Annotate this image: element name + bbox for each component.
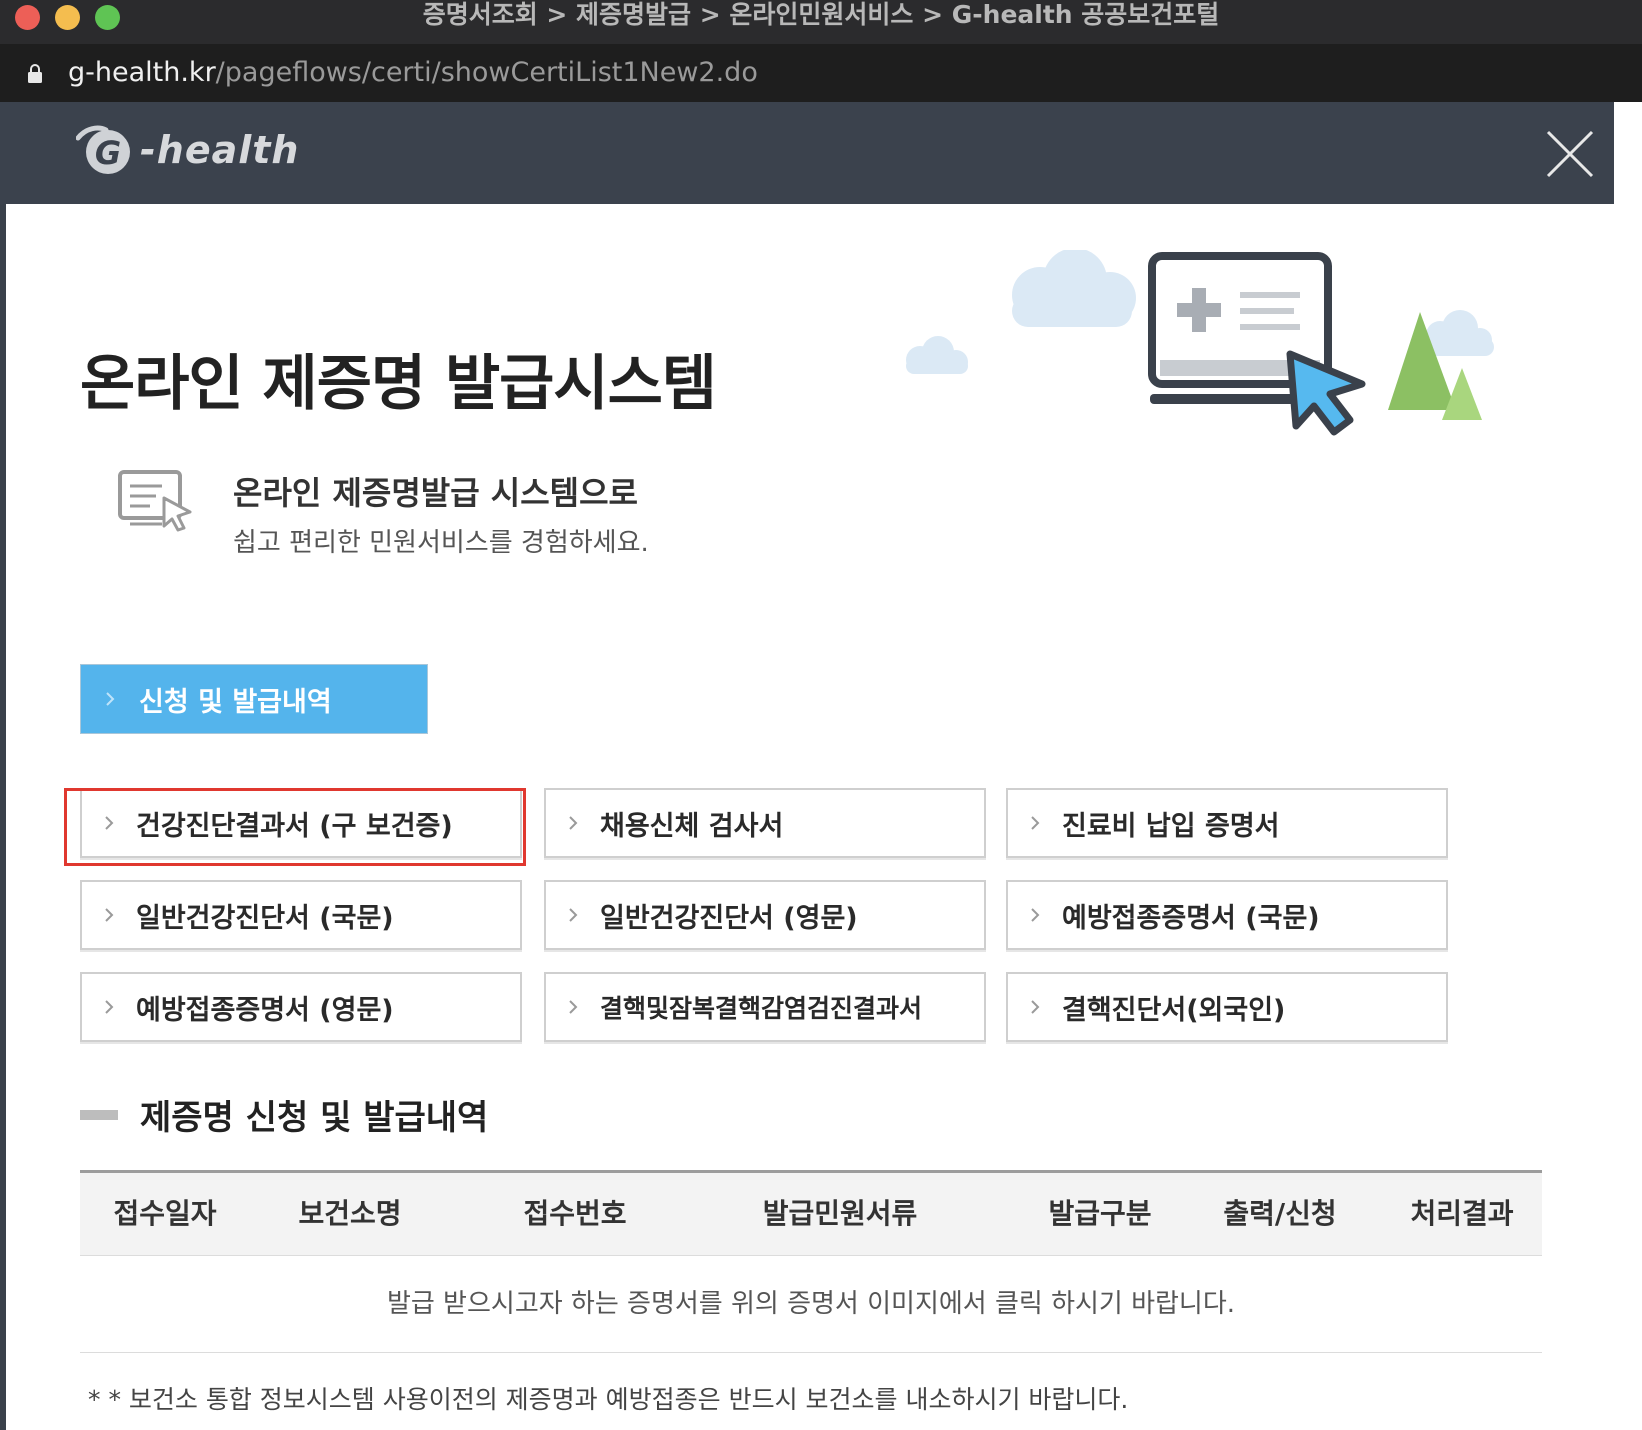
column-header: 발급민원서류 bbox=[762, 1197, 918, 1230]
intro-subtext: 쉽고 편리한 민원서비스를 경험하세요. bbox=[233, 528, 649, 558]
chevron-right-icon bbox=[569, 908, 578, 922]
column-header: 접수일자 bbox=[113, 1197, 217, 1230]
url-path: /pageflows/certi/showCertiList1New2.do bbox=[215, 57, 758, 88]
table-header: 접수일자 보건소명 접수번호 발급민원서류 발급구분 출력/신청 처리결과 bbox=[80, 1173, 1542, 1256]
chevron-right-icon bbox=[1031, 816, 1040, 830]
chevron-right-icon bbox=[105, 816, 114, 830]
column-header: 접수번호 bbox=[523, 1197, 627, 1230]
cert-medical-payment-button[interactable]: 진료비 납입 증명서 bbox=[1006, 788, 1448, 858]
address-bar[interactable]: g-health.kr/pageflows/certi/showCertiLis… bbox=[0, 44, 1642, 102]
cert-label: 결핵진단서(외국인) bbox=[1062, 994, 1286, 1026]
cert-tuberculosis-screening-button[interactable]: 결핵및잠복결핵감염검진결과서 bbox=[544, 972, 986, 1042]
g-logo-icon: G bbox=[76, 125, 130, 174]
cert-label: 채용신체 검사서 bbox=[600, 810, 784, 842]
cert-label: 일반건강진단서 (국문) bbox=[136, 902, 394, 934]
cert-label: 결핵및잠복결핵감염검진결과서 bbox=[600, 994, 923, 1023]
logo-text: -health bbox=[140, 128, 300, 172]
tab-label: 신청 및 발급내역 bbox=[139, 686, 332, 718]
online-certificate-illustration bbox=[906, 250, 1494, 436]
column-header: 출력/신청 bbox=[1223, 1197, 1337, 1230]
cert-label: 일반건강진단서 (영문) bbox=[600, 902, 858, 934]
footnote-text: * * 보건소 통합 정보시스템 사용이전의 제증명과 예방접종은 반드시 보건… bbox=[88, 1385, 1129, 1414]
intro-heading: 온라인 제증명발급 시스템으로 bbox=[233, 474, 639, 512]
cert-general-health-korean-button[interactable]: 일반건강진단서 (국문) bbox=[80, 880, 522, 950]
chevron-right-icon bbox=[106, 692, 115, 706]
table-empty-message: 발급 받으시고자 하는 증명서를 위의 증명서 이미지에서 클릭 하시기 바랍니… bbox=[80, 1256, 1542, 1353]
application-history-tab[interactable]: 신청 및 발급내역 bbox=[80, 664, 428, 734]
cert-tuberculosis-foreigner-button[interactable]: 결핵진단서(외국인) bbox=[1006, 972, 1448, 1042]
chevron-right-icon bbox=[569, 816, 578, 830]
window-title: 증명서조회 > 제증명발급 > 온라인민원서비스 > G-health 공공보건… bbox=[422, 0, 1220, 29]
cert-general-health-english-button[interactable]: 일반건강진단서 (영문) bbox=[544, 880, 986, 950]
cert-vaccination-english-button[interactable]: 예방접종증명서 (영문) bbox=[80, 972, 522, 1042]
page-title: 온라인 제증명 발급시스템 bbox=[80, 349, 717, 419]
chevron-right-icon bbox=[105, 908, 114, 922]
cert-label: 진료비 납입 증명서 bbox=[1062, 810, 1280, 842]
window-titlebar: 증명서조회 > 제증명발급 > 온라인민원서비스 > G-health 공공보건… bbox=[0, 0, 1642, 45]
cert-health-exam-result-button[interactable]: 건강진단결과서 (구 보건증) bbox=[80, 788, 522, 858]
section-title: 제증명 신청 및 발급내역 bbox=[140, 1098, 489, 1138]
column-header: 보건소명 bbox=[298, 1197, 402, 1230]
chevron-right-icon bbox=[1031, 908, 1040, 922]
chevron-right-icon bbox=[1031, 1000, 1040, 1014]
cert-label: 예방접종증명서 (국문) bbox=[1062, 902, 1320, 934]
chevron-right-icon bbox=[105, 1000, 114, 1014]
document-cursor-icon bbox=[118, 470, 192, 532]
svg-text:G: G bbox=[95, 134, 121, 172]
g-health-logo[interactable]: G -health bbox=[76, 124, 299, 176]
column-header: 발급구분 bbox=[1048, 1197, 1152, 1230]
lock-icon bbox=[28, 64, 42, 83]
cert-label: 건강진단결과서 (구 보건증) bbox=[136, 810, 453, 842]
cert-vaccination-korean-button[interactable]: 예방접종증명서 (국문) bbox=[1006, 880, 1448, 950]
cert-label: 예방접종증명서 (영문) bbox=[136, 994, 394, 1026]
frame-left-border bbox=[0, 102, 6, 1430]
section-marker bbox=[80, 1110, 118, 1120]
close-icon[interactable] bbox=[1542, 126, 1598, 182]
column-header: 처리결과 bbox=[1410, 1197, 1514, 1230]
frame-right-area bbox=[1614, 102, 1642, 1430]
chevron-right-icon bbox=[569, 1000, 578, 1014]
site-header: G -health bbox=[0, 102, 1614, 204]
url-text[interactable]: g-health.kr/pageflows/certi/showCertiLis… bbox=[68, 57, 758, 89]
cert-employment-physical-button[interactable]: 채용신체 검사서 bbox=[544, 788, 986, 858]
url-host: g-health.kr bbox=[68, 57, 216, 88]
